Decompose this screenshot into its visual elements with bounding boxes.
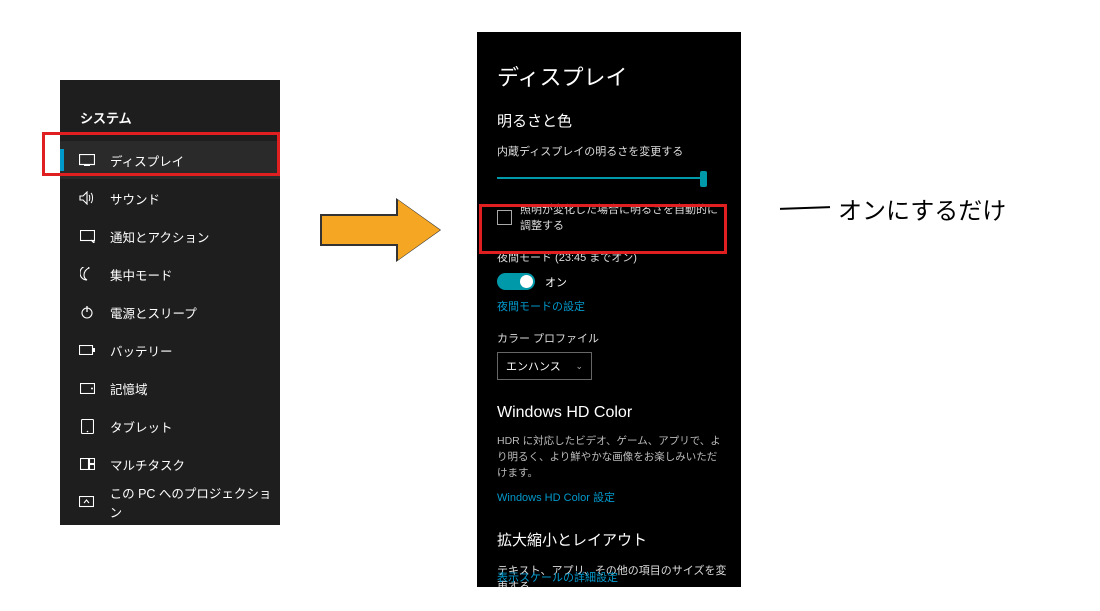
display-icon [78,151,96,169]
sidebar-item-label: 通知とアクション [110,227,209,246]
slider-track [497,177,707,179]
hd-color-title: Windows HD Color [497,404,727,422]
toggle-state-label: オン [545,274,567,290]
color-profile-label: カラー プロファイル [497,330,727,346]
notification-icon [78,227,96,245]
projection-icon [78,493,96,511]
checkbox-icon[interactable] [497,210,512,225]
night-mode-label: 夜間モード (23:45 までオン) [497,249,727,265]
slider-thumb[interactable] [700,171,707,187]
sidebar-item-label: 電源とスリープ [110,303,197,322]
night-mode-settings-link[interactable]: 夜間モードの設定 [497,298,727,314]
sidebar-item-tablet[interactable]: タブレット [60,407,280,445]
sound-icon [78,189,96,207]
sidebar-item-label: バッテリー [110,341,173,360]
multitask-icon [78,455,96,473]
scale-title: 拡大縮小とレイアウト [497,529,727,550]
display-settings-panel: ディスプレイ 明るさと色 内蔵ディスプレイの明るさを変更する 照明が変化した場合… [477,32,741,587]
battery-icon [78,341,96,359]
sidebar-item-storage[interactable]: 記憶域 [60,369,280,407]
auto-brightness-row[interactable]: 照明が変化した場合に明るさを自動的に調整する [497,201,727,233]
tablet-icon [78,417,96,435]
annotation-handwriting: オンにするだけ [780,178,1080,238]
toggle-knob [520,275,533,288]
page-title: ディスプレイ [497,60,727,92]
sidebar-item-label: 記憶域 [110,379,148,398]
settings-sidebar: システム ディスプレイ サウンド 通知とアクション 集中モード 電源とスリープ [60,80,280,525]
sidebar-item-sound[interactable]: サウンド [60,179,280,217]
chevron-down-icon: ⌄ [575,361,583,372]
sidebar-item-battery[interactable]: バッテリー [60,331,280,369]
sidebar-item-label: ディスプレイ [110,151,184,170]
power-icon [78,303,96,321]
sidebar-item-label: 集中モード [110,265,173,284]
hd-color-desc: HDR に対応したビデオ、ゲーム、アプリで、より明るく、より鮮やかな画像をお楽し… [497,434,727,481]
annotation-arrow [320,200,460,260]
sidebar-item-display[interactable]: ディスプレイ [60,141,280,179]
auto-brightness-label: 照明が変化した場合に明るさを自動的に調整する [520,201,727,233]
advanced-scale-link[interactable]: 表示スケールの詳細設定 [497,569,618,585]
annotation-text: オンにするだけ [838,191,1006,226]
sidebar-item-label: マルチタスク [110,455,185,474]
toggle-switch[interactable] [497,273,535,290]
sidebar-item-multitask[interactable]: マルチタスク [60,445,280,483]
brightness-desc: 内蔵ディスプレイの明るさを変更する [497,143,727,159]
sidebar-item-projection[interactable]: この PC へのプロジェクション [60,483,280,521]
sidebar-item-power[interactable]: 電源とスリープ [60,293,280,331]
hd-color-link[interactable]: Windows HD Color 設定 [497,489,727,505]
sidebar-item-label: タブレット [110,417,173,436]
sidebar-item-notifications[interactable]: 通知とアクション [60,217,280,255]
sidebar-item-focus[interactable]: 集中モード [60,255,280,293]
sidebar-heading: システム [60,80,280,141]
sidebar-item-label: サウンド [110,189,160,208]
brightness-section-title: 明るさと色 [497,110,727,131]
night-mode-toggle-row[interactable]: オン [497,273,727,290]
sidebar-item-label: この PC へのプロジェクション [110,483,280,521]
brightness-slider[interactable] [497,167,707,191]
storage-icon [78,379,96,397]
annotation-connector-line [780,206,830,210]
color-profile-select[interactable]: エンハンス ⌄ [497,352,592,380]
select-value: エンハンス [506,358,561,374]
moon-icon [78,265,96,283]
